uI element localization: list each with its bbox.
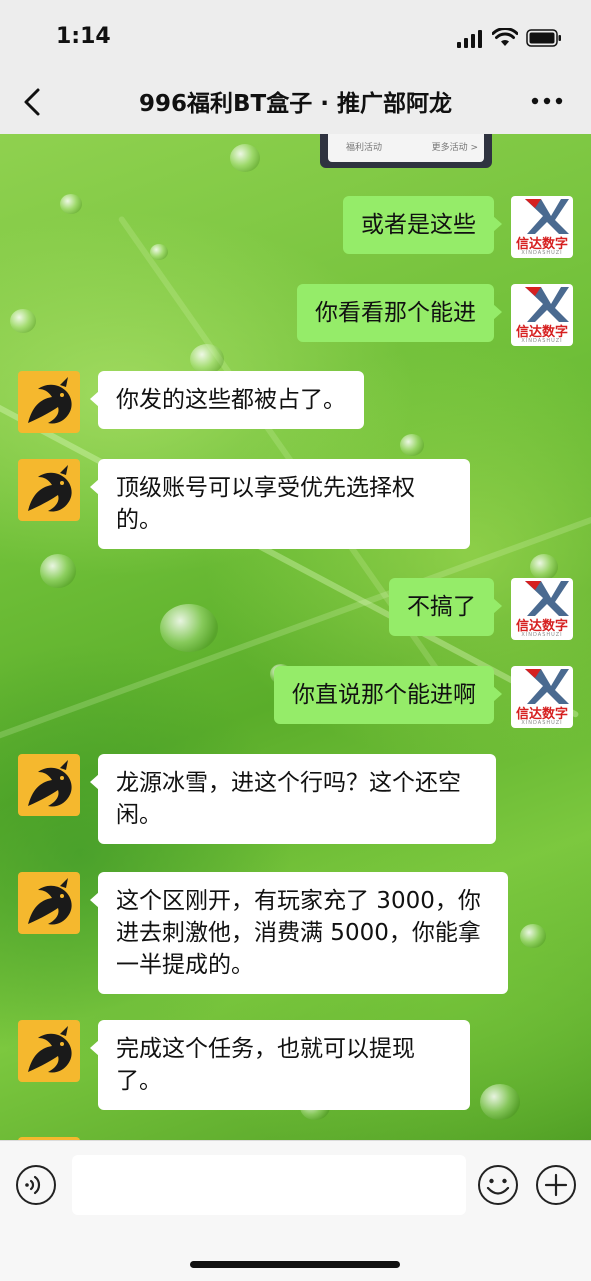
xinda-logo-icon — [525, 581, 569, 616]
chat-area[interactable]: 福利活动 更多活动 > 信达数字 XINDASHUZI 或者是这些 信达数字 X… — [0, 134, 591, 1140]
message-bubble-sent[interactable]: 你看看那个能进 — [297, 284, 502, 342]
wallpaper-water-drop — [190, 344, 224, 374]
more-options-icon[interactable] — [531, 96, 563, 106]
message-bubble-received[interactable]: 完成这个任务，也就可以提现了。 — [90, 1020, 470, 1110]
avatar-sublabel: XINDASHUZI — [521, 632, 563, 638]
voice-input-icon[interactable] — [14, 1163, 58, 1207]
contact-avatar[interactable] — [18, 1020, 80, 1082]
message-bubble-received[interactable]: 你发的这些都被占了。 — [90, 371, 364, 429]
dragon-icon — [28, 760, 72, 807]
input-bar — [0, 1140, 591, 1281]
message-bubble-received[interactable]: 龙源冰雪，进这个行吗？这个还空闲。 — [90, 754, 496, 844]
wallpaper-water-drop — [530, 554, 558, 580]
wifi-icon — [492, 28, 518, 46]
my-avatar[interactable]: 信达数字 XINDASHUZI — [511, 666, 573, 728]
dragon-icon — [28, 1026, 72, 1073]
wallpaper-water-drop — [230, 144, 260, 172]
image-message-content: 福利活动 更多活动 > — [328, 134, 484, 162]
contact-avatar[interactable] — [18, 754, 80, 816]
avatar-sublabel: XINDASHUZI — [521, 338, 563, 344]
wallpaper-water-drop — [480, 1084, 520, 1120]
dragon-icon — [28, 377, 72, 424]
message-bubble-sent[interactable]: 或者是这些 — [343, 196, 502, 254]
message-bubble-received[interactable]: 这个区刚开，有玩家充了 3000，你进去刺激他，消费满 5000，你能拿一半提成… — [90, 872, 508, 994]
xinda-logo-icon — [525, 669, 569, 704]
contact-avatar[interactable] — [18, 872, 80, 934]
dragon-icon — [28, 878, 72, 925]
my-avatar[interactable]: 信达数字 XINDASHUZI — [511, 578, 573, 640]
message-bubble-sent[interactable]: 不搞了 — [389, 578, 502, 636]
status-bar: 1:14 — [0, 0, 591, 70]
dragon-icon — [28, 465, 72, 512]
contact-avatar[interactable] — [18, 459, 80, 521]
my-avatar[interactable]: 信达数字 XINDASHUZI — [511, 196, 573, 258]
avatar-sublabel: XINDASHUZI — [521, 250, 563, 256]
chat-title: 996福利BT盒子 · 推广部阿龙 — [139, 91, 452, 117]
wallpaper-water-drop — [10, 309, 36, 333]
status-time: 1:14 — [56, 24, 111, 49]
wallpaper-water-drop — [150, 244, 168, 260]
emoji-icon[interactable] — [476, 1163, 520, 1207]
my-avatar[interactable]: 信达数字 XINDASHUZI — [511, 284, 573, 346]
xinda-logo-icon — [525, 287, 569, 322]
wallpaper-water-drop — [400, 434, 424, 456]
image-left-text: 福利活动 — [346, 143, 383, 153]
contact-avatar[interactable] — [18, 371, 80, 433]
wallpaper-water-drop — [60, 194, 82, 214]
back-arrow-icon[interactable] — [18, 84, 48, 120]
avatar-sublabel: XINDASHUZI — [521, 720, 563, 726]
home-indicator — [190, 1261, 400, 1268]
battery-icon — [526, 29, 561, 47]
wallpaper-water-drop — [520, 924, 546, 948]
message-bubble-sent[interactable]: 你直说那个能进啊 — [274, 666, 502, 724]
message-input[interactable] — [72, 1155, 466, 1215]
nav-bar: 996福利BT盒子 · 推广部阿龙 — [0, 70, 591, 134]
plus-more-icon[interactable] — [534, 1163, 578, 1207]
cellular-signal-icon — [457, 30, 482, 48]
wallpaper-water-drop — [160, 604, 218, 652]
message-bubble-received[interactable]: 顶级账号可以享受优先选择权的。 — [90, 459, 470, 549]
wallpaper-water-drop — [40, 554, 76, 588]
image-message[interactable]: 福利活动 更多活动 > — [320, 134, 492, 168]
xinda-logo-icon — [525, 199, 569, 234]
image-right-text: 更多活动 > — [431, 143, 478, 153]
